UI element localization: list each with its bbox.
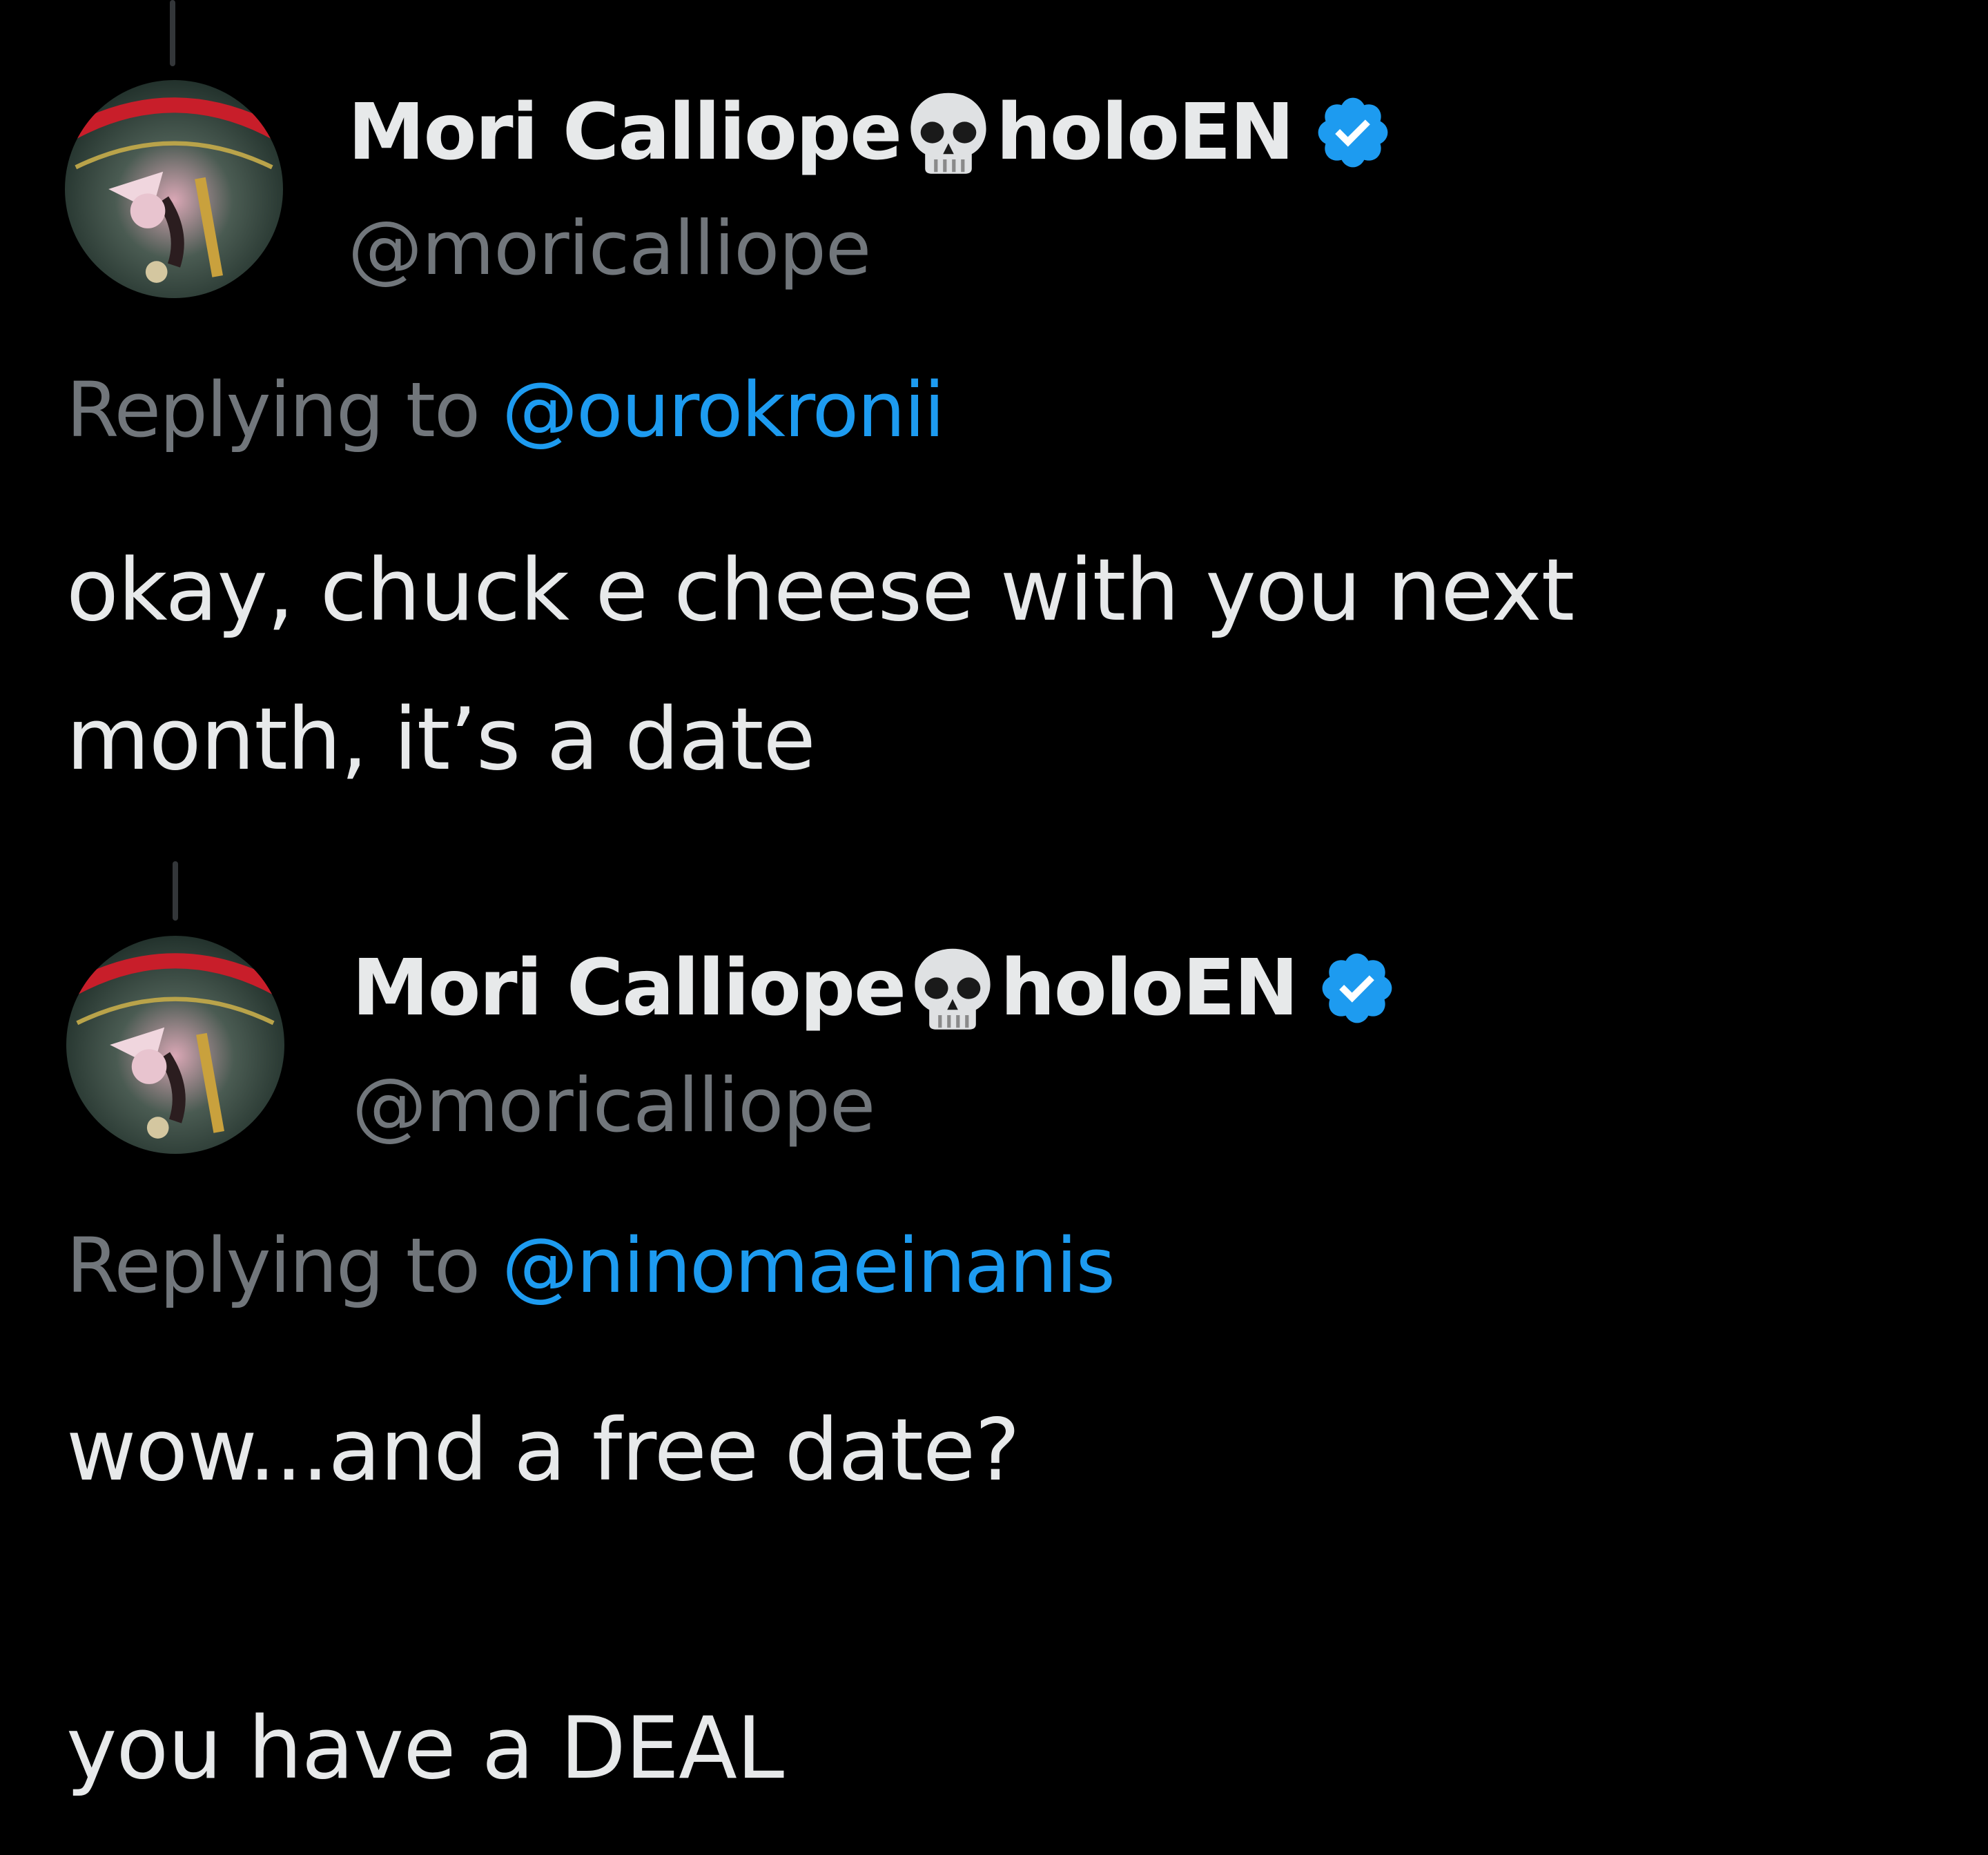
avatar[interactable] xyxy=(66,936,284,1154)
thread-connector-line xyxy=(170,0,175,66)
tweet-text: wow...and a free date? you have a DEAL xyxy=(66,1376,1020,1823)
skull-icon xyxy=(908,943,997,1033)
author-name-row[interactable]: Mori Calliope holoEN xyxy=(348,84,1394,181)
reply-mention-link[interactable]: @ninomaeinanis xyxy=(502,1221,1115,1310)
tweet-text: okay, chuck e cheese with you next month… xyxy=(66,516,1575,814)
reply-mention-link[interactable]: @ourokronii xyxy=(502,366,945,454)
replying-to-line: Replying to @ninomaeinanis xyxy=(66,1221,1115,1310)
replying-to-label: Replying to xyxy=(66,366,480,454)
tweet-text-line: okay, chuck e cheese with you next xyxy=(66,541,1575,640)
display-name[interactable]: Mori Calliope xyxy=(348,88,902,177)
replying-to-line: Replying to @ourokronii xyxy=(66,366,945,454)
display-name[interactable]: Mori Calliope xyxy=(352,943,906,1033)
tweet-text-line: you have a DEAL xyxy=(66,1699,784,1798)
tweet-text-line: wow...and a free date? xyxy=(66,1401,1020,1500)
display-name-suffix[interactable]: holoEN xyxy=(1000,943,1298,1033)
author-handle[interactable]: @moricalliope xyxy=(348,206,871,292)
replying-to-label: Replying to xyxy=(66,1221,480,1310)
verified-badge-icon[interactable] xyxy=(1312,92,1394,173)
verified-badge-icon[interactable] xyxy=(1316,948,1398,1029)
tweet-text-line: month, it’s a date xyxy=(66,690,816,789)
thread-connector-line xyxy=(173,861,178,921)
author-handle[interactable]: @moricalliope xyxy=(352,1063,875,1149)
skull-icon xyxy=(904,88,993,177)
display-name-suffix[interactable]: holoEN xyxy=(996,88,1294,177)
author-name-row[interactable]: Mori Calliope holoEN xyxy=(352,940,1398,1037)
avatar[interactable] xyxy=(65,80,283,298)
